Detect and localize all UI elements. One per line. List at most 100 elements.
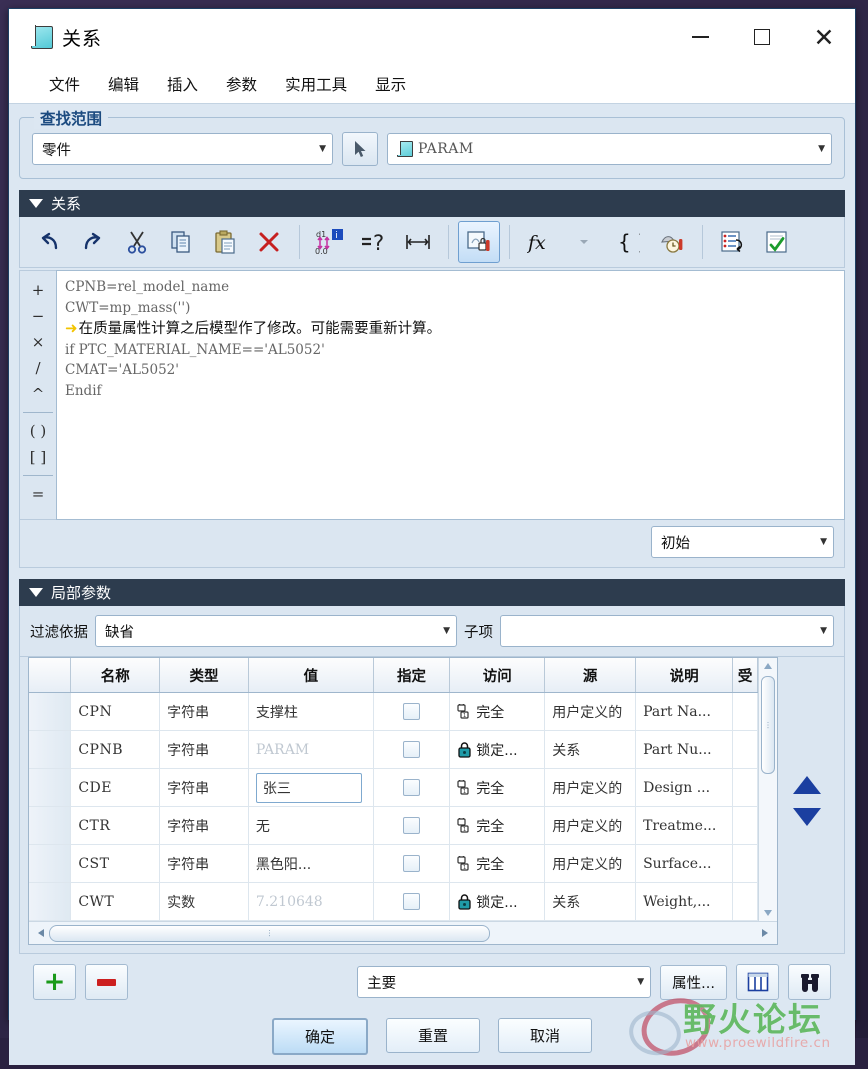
row-handle[interactable] <box>29 883 71 921</box>
child-dropdown[interactable]: ▼ <box>500 615 834 647</box>
cell-type[interactable]: 字符串 <box>160 845 249 883</box>
row-handle[interactable] <box>29 807 71 845</box>
function-dropdown-button[interactable] <box>563 221 605 263</box>
cell-access[interactable]: 1完全 <box>450 693 545 731</box>
verify-button[interactable] <box>756 221 798 263</box>
row-handle[interactable] <box>29 845 71 883</box>
brackets-button[interactable]: { } <box>607 221 649 263</box>
designate-checkbox[interactable] <box>403 779 420 796</box>
scroll-left-arrow-icon[interactable] <box>33 928 49 938</box>
cell-access[interactable]: 1完全 <box>450 769 545 807</box>
cell-access[interactable]: 1完全 <box>450 807 545 845</box>
move-up-button[interactable] <box>793 776 821 794</box>
cell-designate[interactable] <box>373 807 449 845</box>
units-lock-button[interactable] <box>458 221 500 263</box>
reset-button[interactable]: 重置 <box>386 1018 480 1053</box>
redo-button[interactable] <box>72 221 114 263</box>
cell-type[interactable]: 字符串 <box>160 769 249 807</box>
operator-parentheses[interactable]: ( ) <box>22 418 54 444</box>
table-horizontal-scrollbar[interactable]: ⋯ <box>29 921 777 944</box>
col-header-restricted[interactable]: 受 <box>733 658 758 693</box>
operator-minus[interactable]: − <box>22 303 54 329</box>
columns-button[interactable] <box>736 964 779 1000</box>
menu-display[interactable]: 显示 <box>373 71 408 97</box>
menu-edit[interactable]: 编辑 <box>106 71 141 97</box>
dimension-span-button[interactable] <box>397 221 439 263</box>
menu-parameters[interactable]: 参数 <box>224 71 259 97</box>
delete-button[interactable] <box>248 221 290 263</box>
operator-multiply[interactable]: × <box>22 329 54 355</box>
cell-type[interactable]: 字符串 <box>160 731 249 769</box>
menu-file[interactable]: 文件 <box>47 71 82 97</box>
cell-description[interactable]: Design ... <box>636 769 733 807</box>
cell-value[interactable]: 支撑柱 <box>248 693 373 731</box>
cell-description[interactable]: Part Nu... <box>636 731 733 769</box>
cell-value-editing[interactable]: 张三 <box>248 769 373 807</box>
cell-designate[interactable] <box>373 693 449 731</box>
operator-plus[interactable]: + <box>22 277 54 303</box>
table-row[interactable]: CPN 字符串 支撑柱 1完全 用户定义的 Part Na... <box>29 693 758 731</box>
cell-designate[interactable] <box>373 769 449 807</box>
col-header-type[interactable]: 类型 <box>160 658 249 693</box>
insert-from-list-button[interactable] <box>712 221 754 263</box>
cancel-button[interactable]: 取消 <box>498 1018 592 1053</box>
cell-access[interactable]: 1完全 <box>450 845 545 883</box>
table-row[interactable]: CDE 字符串 张三 1完全 用户定义的 Design ... <box>29 769 758 807</box>
table-row[interactable]: CPNB 字符串 PARAM 锁定... 关系 Part Nu... <box>29 731 758 769</box>
designate-checkbox[interactable] <box>403 741 420 758</box>
evaluate-button[interactable]: ? <box>353 221 395 263</box>
cell-designate[interactable] <box>373 883 449 921</box>
designate-checkbox[interactable] <box>403 893 420 910</box>
cell-value[interactable]: 无 <box>248 807 373 845</box>
ok-button[interactable]: 确定 <box>272 1018 368 1055</box>
cell-designate[interactable] <box>373 845 449 883</box>
operator-equals[interactable]: = <box>22 481 54 507</box>
close-button[interactable]: ✕ <box>793 9 855 65</box>
hscrollbar-thumb[interactable]: ⋯ <box>49 925 490 942</box>
cell-description[interactable]: Surface... <box>636 845 733 883</box>
relation-state-dropdown[interactable]: 初始 ▼ <box>651 526 834 558</box>
local-params-section-header[interactable]: 局部参数 <box>19 579 845 606</box>
operator-divide[interactable]: / <box>22 355 54 381</box>
menu-insert[interactable]: 插入 <box>165 71 200 97</box>
cell-type[interactable]: 字符串 <box>160 807 249 845</box>
properties-button[interactable]: 属性... <box>660 965 727 1000</box>
hscroll-track[interactable]: ⋯ <box>49 926 757 941</box>
menu-utilities[interactable]: 实用工具 <box>283 71 349 97</box>
relations-section-header[interactable]: 关系 <box>19 190 845 217</box>
scroll-right-arrow-icon[interactable] <box>757 928 773 938</box>
col-header-description[interactable]: 说明 <box>636 658 733 693</box>
cell-access[interactable]: 锁定... <box>450 731 545 769</box>
relations-text-editor[interactable]: CPNB=rel_model_name CWT=mp_mass('') ➜在质量… <box>56 270 845 520</box>
find-button[interactable] <box>788 964 831 1000</box>
table-row[interactable]: CST 字符串 黑色阳... 1完全 用户定义的 Surface... <box>29 845 758 883</box>
scroll-up-arrow-icon[interactable] <box>763 658 773 674</box>
cell-description[interactable]: Weight,... <box>636 883 733 921</box>
filter-dropdown[interactable]: 缺省 ▼ <box>95 615 457 647</box>
add-parameter-button[interactable]: + <box>33 964 76 1000</box>
col-header-value[interactable]: 值 <box>248 658 373 693</box>
function-button[interactable]: fx <box>519 221 561 263</box>
cell-description[interactable]: Treatme... <box>636 807 733 845</box>
row-handle[interactable] <box>29 769 71 807</box>
select-model-button[interactable] <box>342 132 378 166</box>
cell-designate[interactable] <box>373 731 449 769</box>
cell-value[interactable]: 黑色阳... <box>248 845 373 883</box>
cell-type[interactable]: 字符串 <box>160 693 249 731</box>
cut-button[interactable] <box>116 221 158 263</box>
minimize-button[interactable] <box>669 9 731 65</box>
maximize-button[interactable] <box>731 9 793 65</box>
value-input[interactable]: 张三 <box>256 773 362 803</box>
copy-button[interactable] <box>160 221 202 263</box>
paste-button[interactable] <box>204 221 246 263</box>
designate-checkbox[interactable] <box>403 855 420 872</box>
col-header-access[interactable]: 访问 <box>450 658 545 693</box>
undo-button[interactable] <box>28 221 70 263</box>
designate-checkbox[interactable] <box>403 817 420 834</box>
model-name-dropdown[interactable]: PARAM ▼ <box>387 133 832 165</box>
table-row[interactable]: CWT 实数 7.210648 锁定... 关系 Weight,... <box>29 883 758 921</box>
row-handle[interactable] <box>29 731 71 769</box>
remove-parameter-button[interactable] <box>85 964 128 1000</box>
row-handle[interactable] <box>29 693 71 731</box>
cell-access[interactable]: 锁定... <box>450 883 545 921</box>
